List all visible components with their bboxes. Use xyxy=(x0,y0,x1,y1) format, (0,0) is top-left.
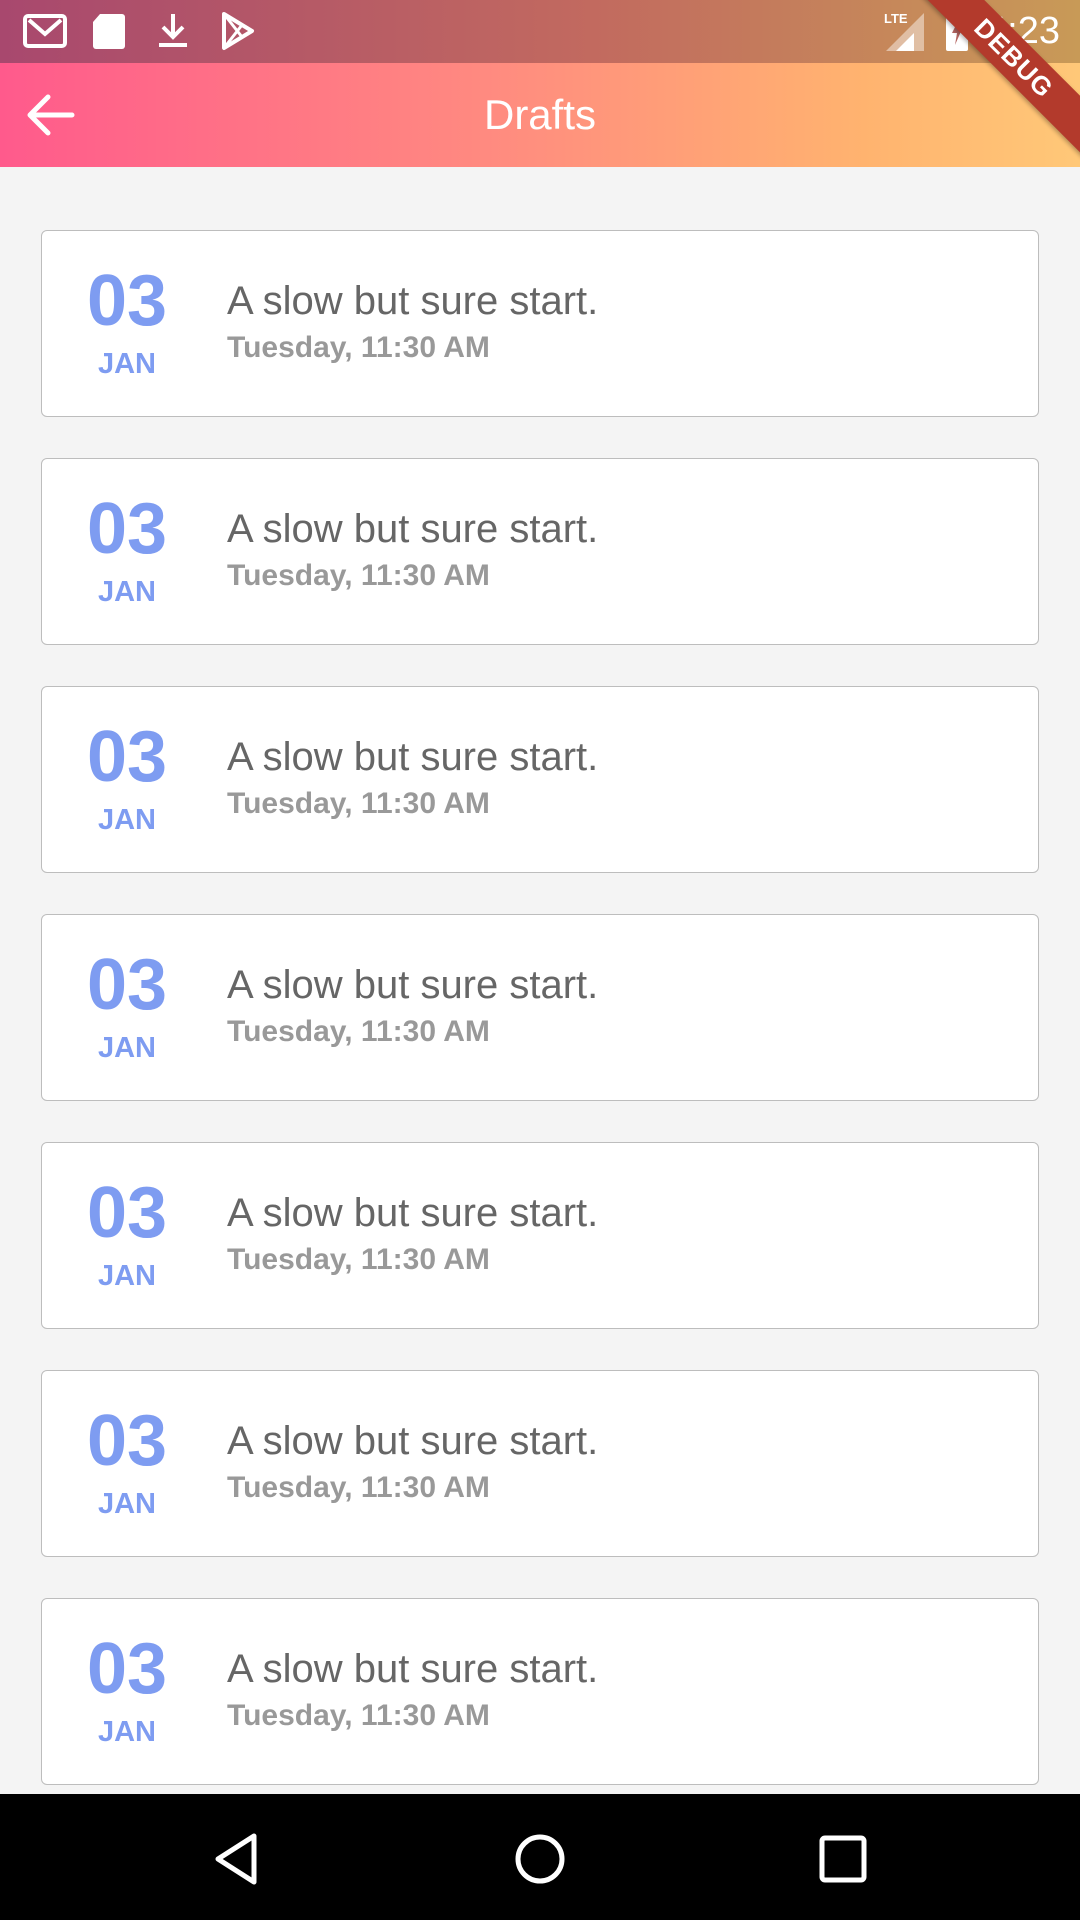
draft-timestamp: Tuesday, 11:30 AM xyxy=(227,1015,490,1048)
draft-title: A slow but sure start. xyxy=(227,1647,599,1691)
draft-month: JAN xyxy=(97,576,156,608)
draft-timestamp: Tuesday, 11:30 AM xyxy=(227,1699,490,1732)
draft-title: A slow but sure start. xyxy=(227,1191,599,1235)
sd-card-icon xyxy=(93,14,125,49)
back-triangle-icon xyxy=(215,1833,257,1885)
nav-recents-button[interactable] xyxy=(816,1832,870,1886)
draft-day: 03 xyxy=(86,1401,168,1481)
draft-timestamp: Tuesday, 11:30 AM xyxy=(227,559,490,592)
lte-signal-icon: LTE xyxy=(884,11,925,51)
app-bar: Drafts xyxy=(0,63,1080,167)
draft-month: JAN xyxy=(97,1260,156,1292)
draft-month: JAN xyxy=(97,1716,156,1748)
draft-timestamp: Tuesday, 11:30 AM xyxy=(227,1471,490,1504)
draft-card[interactable]: 03 JAN A slow but sure start. Tuesday, 1… xyxy=(41,458,1039,645)
nav-back-button[interactable] xyxy=(210,1832,264,1886)
draft-day: 03 xyxy=(86,945,168,1025)
download-icon xyxy=(159,14,187,47)
draft-card[interactable]: 03 JAN A slow but sure start. Tuesday, 1… xyxy=(41,1598,1039,1785)
draft-timestamp: Tuesday, 11:30 AM xyxy=(227,331,490,364)
draft-card[interactable]: 03 JAN A slow but sure start. Tuesday, 1… xyxy=(41,230,1039,417)
drafts-list: 03 JAN A slow but sure start. Tuesday, 1… xyxy=(41,230,1039,1826)
navigation-bar xyxy=(0,1794,1080,1920)
draft-card[interactable]: 03 JAN A slow but sure start. Tuesday, 1… xyxy=(41,1370,1039,1557)
gmail-icon xyxy=(23,14,67,48)
draft-month: JAN xyxy=(97,804,156,836)
draft-title: A slow but sure start. xyxy=(227,507,599,551)
draft-month: JAN xyxy=(97,348,156,380)
status-bar: LTE 4:23 xyxy=(0,0,1080,63)
draft-day: 03 xyxy=(86,717,168,797)
nav-home-button[interactable] xyxy=(513,1832,567,1886)
network-label: LTE xyxy=(884,11,908,26)
draft-month: JAN xyxy=(97,1032,156,1064)
draft-timestamp: Tuesday, 11:30 AM xyxy=(227,1243,490,1276)
home-circle-icon xyxy=(515,1834,565,1884)
draft-card[interactable]: 03 JAN A slow but sure start. Tuesday, 1… xyxy=(41,686,1039,873)
draft-day: 03 xyxy=(86,1173,168,1253)
page-title: Drafts xyxy=(483,91,596,138)
draft-title: A slow but sure start. xyxy=(227,279,599,323)
draft-day: 03 xyxy=(86,261,168,341)
play-store-icon xyxy=(222,12,254,50)
draft-month: JAN xyxy=(97,1488,156,1520)
recents-square-icon xyxy=(819,1835,867,1883)
draft-day: 03 xyxy=(86,489,168,569)
draft-title: A slow but sure start. xyxy=(227,1419,599,1463)
draft-card[interactable]: 03 JAN A slow but sure start. Tuesday, 1… xyxy=(41,1142,1039,1329)
draft-title: A slow but sure start. xyxy=(227,735,599,779)
draft-timestamp: Tuesday, 11:30 AM xyxy=(227,787,490,820)
draft-card[interactable]: 03 JAN A slow but sure start. Tuesday, 1… xyxy=(41,914,1039,1101)
draft-title: A slow but sure start. xyxy=(227,963,599,1007)
notification-icons xyxy=(22,10,260,52)
draft-day: 03 xyxy=(86,1629,168,1709)
